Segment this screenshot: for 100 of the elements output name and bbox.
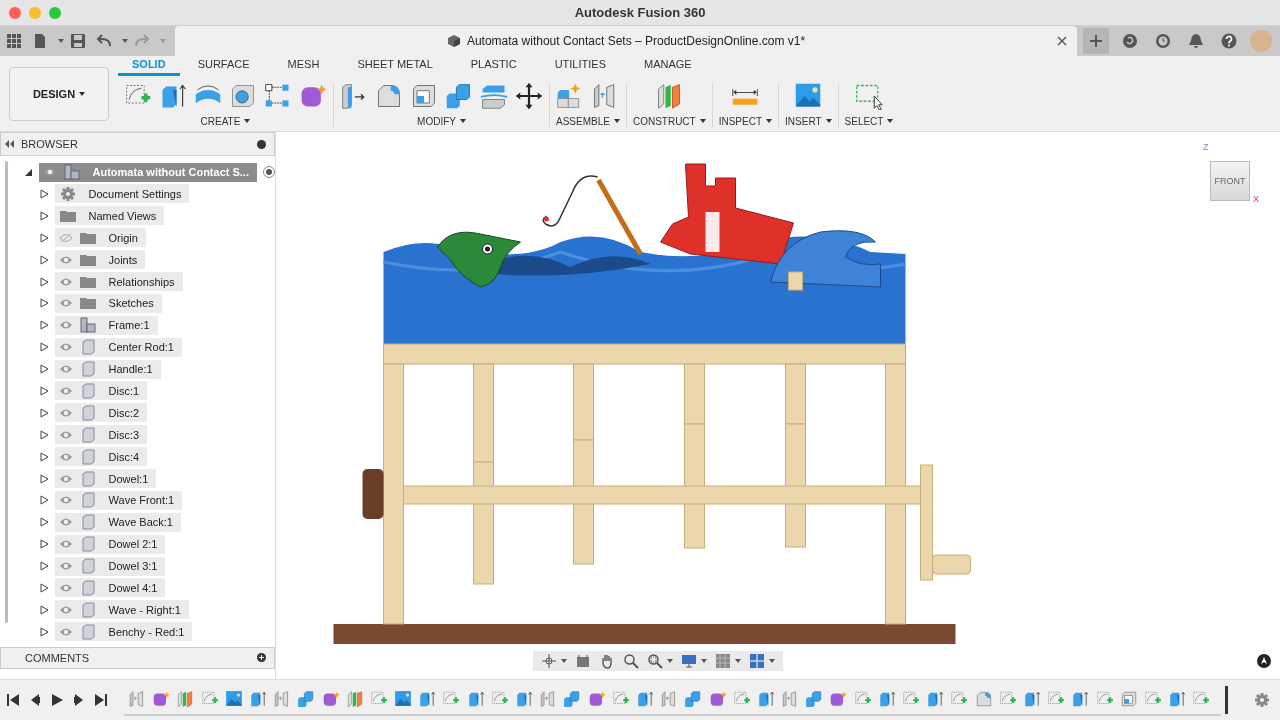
play-button[interactable] bbox=[50, 693, 64, 707]
first-step-button[interactable] bbox=[6, 693, 20, 707]
two-cubes-feature-icon[interactable] bbox=[563, 690, 582, 708]
expand-toggle[interactable] bbox=[39, 320, 49, 331]
window-control-icon[interactable] bbox=[9, 6, 21, 19]
browser-item[interactable]: Disc:2 bbox=[54, 403, 148, 423]
pin-icon[interactable] bbox=[257, 139, 266, 149]
eye-icon[interactable] bbox=[58, 254, 73, 265]
eye-icon[interactable] bbox=[42, 167, 57, 178]
rounded-cube-feature-icon[interactable] bbox=[974, 690, 993, 708]
eye-icon[interactable] bbox=[58, 561, 73, 572]
expand-toggle[interactable] bbox=[39, 385, 49, 396]
close-icon[interactable] bbox=[1057, 36, 1067, 46]
browser-item[interactable]: Dowel 2:1 bbox=[54, 534, 166, 554]
expand-toggle[interactable] bbox=[39, 232, 49, 243]
browser-item[interactable]: Joints bbox=[54, 250, 146, 270]
ribbon-tab[interactable]: MANAGE bbox=[639, 58, 696, 76]
browser-item[interactable]: Origin bbox=[54, 228, 146, 248]
rounded-cube-button[interactable] bbox=[375, 82, 403, 110]
browser-item[interactable]: Dowel 3:1 bbox=[54, 556, 166, 576]
scrollbar[interactable] bbox=[5, 161, 8, 623]
hollow-cube-button[interactable] bbox=[410, 82, 438, 110]
picture-button[interactable] bbox=[794, 82, 823, 110]
expand-toggle[interactable] bbox=[39, 626, 49, 637]
browser-item[interactable]: Sketches bbox=[54, 293, 162, 313]
box-arrow-feature-icon[interactable] bbox=[756, 690, 775, 708]
eye-icon[interactable] bbox=[58, 451, 73, 462]
eye-icon[interactable] bbox=[58, 539, 73, 550]
browser-item[interactable]: Benchy - Red:1 bbox=[54, 622, 193, 642]
browser-item[interactable]: Center Rod:1 bbox=[54, 337, 182, 357]
browser-item[interactable]: Handle:1 bbox=[54, 359, 161, 379]
settings-icon[interactable] bbox=[1254, 692, 1270, 708]
expand-toggle[interactable] bbox=[39, 210, 49, 221]
expand-toggle[interactable] bbox=[39, 188, 49, 199]
browser-item[interactable]: Wave - Right:1 bbox=[54, 600, 189, 620]
box-arrow-feature-icon[interactable] bbox=[877, 690, 896, 708]
tool-group-menu[interactable]: ASSEMBLE bbox=[556, 116, 620, 127]
bracket-pair-feature-icon[interactable] bbox=[128, 690, 146, 708]
new-tab-button[interactable] bbox=[1083, 28, 1109, 54]
browser-item[interactable]: Dowel 4:1 bbox=[54, 578, 166, 598]
browser-item[interactable]: Disc:4 bbox=[54, 447, 148, 467]
cube-star-feature-icon[interactable] bbox=[829, 690, 848, 708]
selection-box-button[interactable] bbox=[855, 82, 883, 110]
eye-icon[interactable] bbox=[58, 298, 73, 309]
viewports-button[interactable] bbox=[747, 653, 777, 669]
expand-toggle[interactable] bbox=[39, 604, 49, 615]
tool-group-menu[interactable]: SELECT bbox=[844, 116, 894, 127]
box-arrow-feature-icon[interactable] bbox=[248, 690, 267, 708]
expand-toggle[interactable] bbox=[39, 517, 49, 528]
picture-feature-icon[interactable] bbox=[394, 690, 413, 708]
tool-group-menu[interactable]: INSPECT bbox=[718, 116, 773, 127]
orbit-button[interactable] bbox=[539, 653, 569, 669]
box-arrow-feature-icon[interactable] bbox=[926, 690, 945, 708]
cube-star-feature-icon[interactable] bbox=[587, 690, 606, 708]
ribbon-tab[interactable]: PLASTIC bbox=[466, 58, 521, 76]
expand-toggle[interactable] bbox=[39, 561, 49, 572]
two-cubes-feature-icon[interactable] bbox=[297, 690, 316, 708]
expand-toggle[interactable] bbox=[39, 298, 49, 309]
expand-toggle[interactable] bbox=[39, 539, 49, 550]
cube-star-feature-icon[interactable] bbox=[708, 690, 727, 708]
ribbon-tab[interactable]: SHEET METAL bbox=[353, 58, 437, 76]
two-cubes-button[interactable] bbox=[445, 82, 473, 110]
tool-group-menu[interactable]: CREATE bbox=[200, 116, 251, 127]
eye-icon[interactable] bbox=[58, 364, 73, 375]
eye-icon[interactable] bbox=[58, 473, 73, 484]
last-step-button[interactable] bbox=[94, 693, 108, 707]
eye-icon[interactable] bbox=[58, 385, 73, 396]
zoom-button[interactable] bbox=[621, 653, 641, 669]
browser-item[interactable]: Named Views bbox=[54, 206, 165, 226]
cube-star-button[interactable] bbox=[299, 82, 327, 110]
collapse-panel-icon[interactable] bbox=[5, 140, 15, 149]
box-arrow-feature-icon[interactable] bbox=[466, 690, 485, 708]
planes-feature-icon[interactable] bbox=[176, 690, 195, 708]
nodes-button[interactable] bbox=[264, 82, 292, 110]
browser-item[interactable]: Disc:1 bbox=[54, 381, 148, 401]
browser-item[interactable]: Frame:1 bbox=[54, 315, 158, 335]
eye-icon[interactable] bbox=[58, 604, 73, 615]
two-cubes-feature-icon[interactable] bbox=[684, 690, 703, 708]
add-comment-icon[interactable] bbox=[257, 653, 266, 663]
expand-toggle[interactable] bbox=[39, 342, 49, 353]
planes-feature-icon[interactable] bbox=[345, 690, 364, 708]
eye-icon[interactable] bbox=[58, 583, 73, 593]
workspace-dropdown[interactable]: DESIGN bbox=[9, 66, 109, 121]
browser-item[interactable]: Wave Front:1 bbox=[54, 490, 183, 510]
eye-icon[interactable] bbox=[58, 342, 73, 353]
box-arrow-feature-icon[interactable] bbox=[418, 690, 437, 708]
box-arrow-feature-icon[interactable] bbox=[515, 690, 533, 708]
hollow-cube-feature-icon[interactable] bbox=[1119, 690, 1138, 708]
browser-item[interactable]: Relationships bbox=[54, 272, 183, 291]
box-arrow-feature-icon[interactable] bbox=[635, 690, 654, 708]
display-settings-button[interactable] bbox=[679, 653, 709, 669]
eye-icon[interactable] bbox=[58, 517, 73, 528]
expand-toggle[interactable] bbox=[39, 254, 49, 265]
eye-icon[interactable] bbox=[58, 429, 73, 440]
cube-star-feature-icon[interactable] bbox=[152, 690, 171, 708]
browser-item[interactable]: Dowel:1 bbox=[54, 469, 157, 489]
ribbon-tab[interactable]: SURFACE bbox=[193, 58, 254, 76]
collapse-toggle[interactable] bbox=[23, 167, 33, 178]
expand-toggle[interactable] bbox=[39, 407, 49, 418]
ribbon-tab[interactable]: UTILITIES bbox=[550, 58, 610, 76]
